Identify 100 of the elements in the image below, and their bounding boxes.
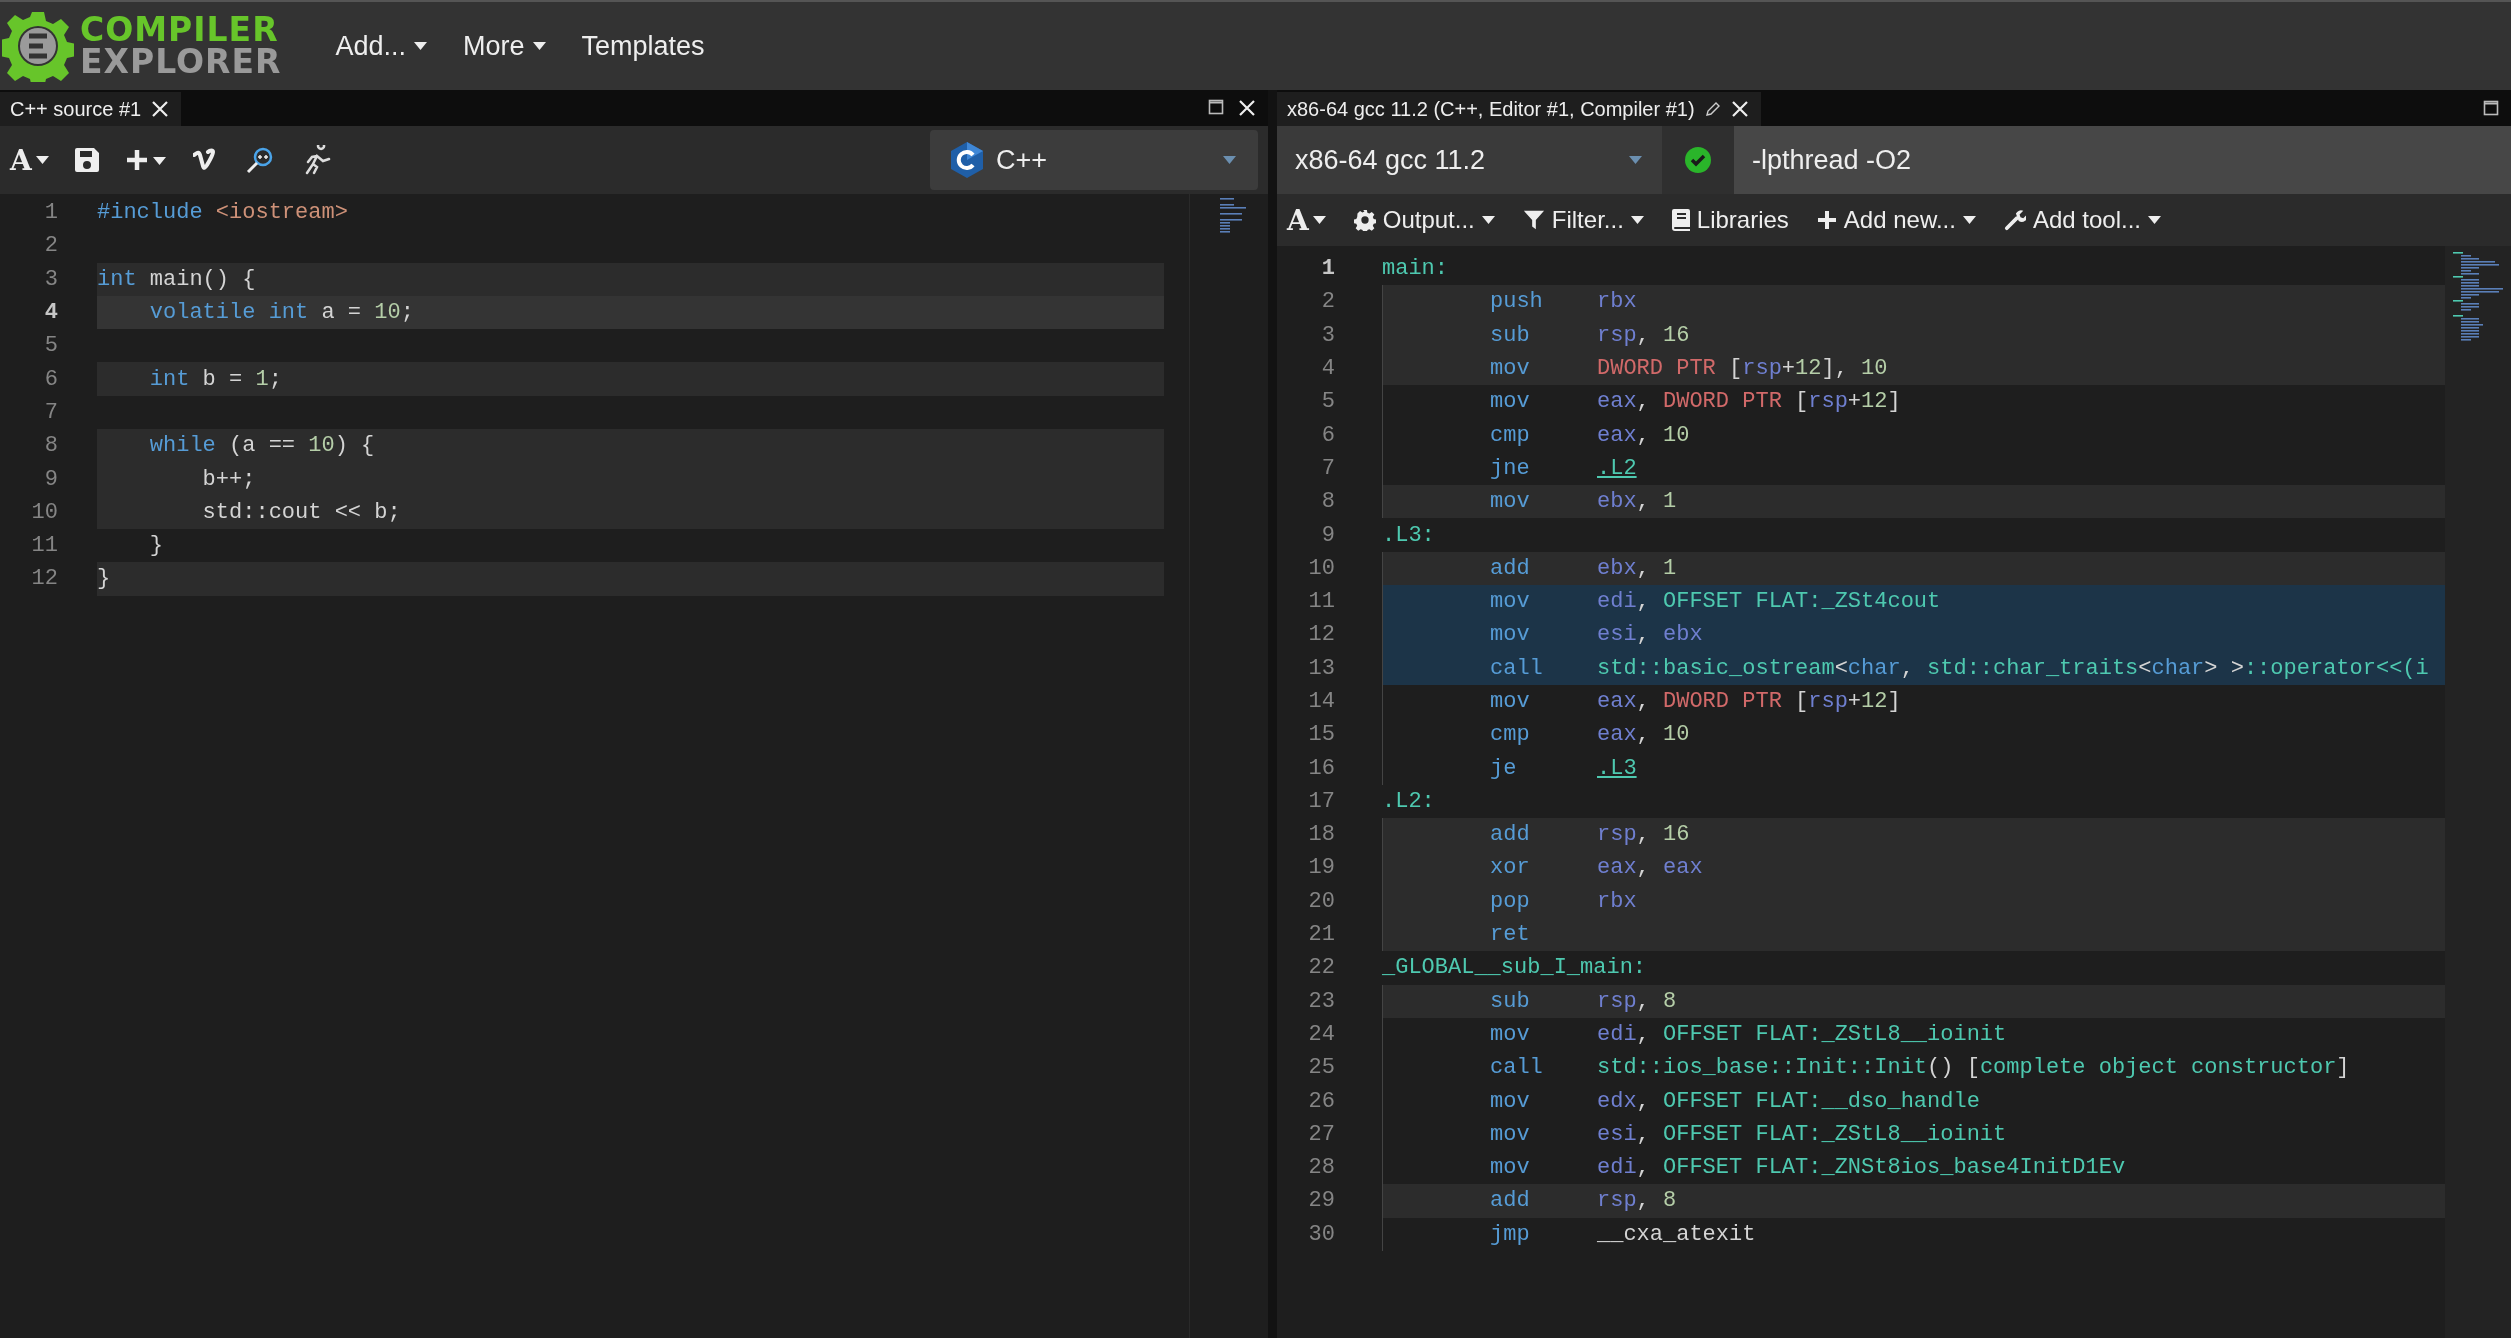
line-number: 15	[1307, 722, 1335, 748]
line-number: 8	[1320, 489, 1335, 515]
line-number: 23	[1307, 988, 1335, 1014]
line-number: 13	[1307, 655, 1335, 681]
compiler-options-field[interactable]: -lpthread -O2	[1734, 126, 2511, 194]
line-number: 19	[1307, 855, 1335, 881]
asm-line: mov edx, OFFSET FLAT:__dso_handle	[1382, 1084, 2445, 1118]
book-icon	[1671, 209, 1690, 231]
asm-line: je .L3	[1382, 751, 2445, 785]
menu-button[interactable]: Templates	[581, 26, 705, 66]
asm-label-line: main:	[1382, 255, 1449, 284]
line-number: 22	[1307, 955, 1335, 981]
line-number: 20	[1307, 888, 1335, 914]
line-number: 11	[1307, 589, 1335, 615]
asm-line: jmp __cxa_atexit	[1382, 1217, 2445, 1251]
asm-line: call std::ios_base::Init::Init() [complete object constructor]	[1382, 1051, 2445, 1085]
toolbar-button[interactable]: Add new...	[1816, 206, 1976, 234]
line-number: 12	[1307, 622, 1335, 648]
save-icon[interactable]	[74, 148, 99, 172]
line-number: 12	[30, 566, 58, 592]
line-number: 11	[30, 533, 58, 559]
line-number: 28	[1307, 1155, 1335, 1181]
caret-icon	[1962, 216, 1976, 224]
asm-line: mov eax, DWORD PTR [rsp+12]	[1382, 385, 2445, 419]
caret-icon	[532, 42, 546, 50]
compiler-tab[interactable]: x86-64 gcc 11.2 (C++, Editor #1, Compiler #1)	[1277, 92, 1761, 126]
line-number: 6	[1320, 422, 1335, 448]
line-number: 5	[1320, 389, 1335, 415]
close-icon[interactable]	[151, 100, 170, 118]
asm-line: cmp eax, 10	[1382, 718, 2445, 752]
maximize-icon[interactable]	[1208, 99, 1224, 115]
toolbar-button[interactable]: Filter...	[1522, 206, 1644, 234]
caret-icon	[1630, 216, 1644, 224]
check-icon	[1684, 146, 1712, 174]
line-number: 18	[1307, 822, 1335, 848]
add-plus-icon[interactable]	[124, 148, 167, 172]
asm-label-line: _GLOBAL__sub_I_main:	[1382, 954, 1648, 983]
zoom-icon[interactable]	[244, 145, 275, 175]
caret-icon	[35, 156, 49, 164]
toolbar-button[interactable]: Add tool...	[2003, 206, 2161, 234]
close-icon[interactable]	[1238, 99, 1256, 117]
line-number: 29	[1307, 1188, 1335, 1214]
line-number: 27	[1307, 1121, 1335, 1147]
plus-icon	[1816, 210, 1837, 230]
line-number: 17	[1307, 788, 1335, 814]
caret-icon	[1223, 156, 1236, 164]
caret-icon	[414, 42, 427, 50]
line-number: 1	[1320, 256, 1335, 282]
asm-label-line: .L3:	[1382, 521, 1436, 550]
line-number: 7	[1320, 455, 1335, 481]
close-icon[interactable]	[1730, 100, 1749, 118]
line-number: 2	[1320, 289, 1335, 315]
menu-button[interactable]: More	[463, 26, 546, 66]
caret-icon	[2148, 216, 2161, 224]
funnel-icon	[1522, 209, 1545, 231]
line-number: 2	[43, 233, 58, 259]
toolbar-button[interactable]: Libraries	[1671, 206, 1789, 234]
line-number: 10	[1307, 555, 1335, 581]
line-number: 9	[43, 466, 58, 492]
line-number: 7	[43, 399, 58, 425]
line-number: 3	[43, 266, 58, 292]
line-number: 16	[1307, 755, 1335, 781]
editor-tab[interactable]: C++ source #1	[0, 92, 182, 126]
line-number: 21	[1307, 922, 1335, 948]
toolbar-button[interactable]: Output...	[1353, 206, 1495, 234]
font-size-button[interactable]: A	[1287, 203, 1326, 237]
maximize-icon[interactable]	[2483, 100, 2499, 116]
wrench-icon	[2003, 209, 2026, 231]
caret-icon	[1629, 156, 1642, 164]
line-number: 30	[1307, 1221, 1335, 1247]
line-number: 25	[1307, 1055, 1335, 1081]
line-number: 4	[1320, 356, 1335, 382]
line-number: 1	[43, 200, 58, 226]
asm-line: mov eax, DWORD PTR [rsp+12]	[1382, 684, 2445, 719]
code-line: #include <iostream>	[97, 199, 349, 228]
line-number: 9	[1320, 522, 1335, 548]
cpp-logo-icon	[950, 141, 984, 179]
caret-icon	[1481, 216, 1495, 224]
line-number: 6	[43, 366, 58, 392]
asm-line: mov esi, OFFSET FLAT:_ZStL8__ioinit	[1382, 1117, 2445, 1151]
line-number: 4	[43, 300, 58, 326]
gear-icon	[1353, 209, 1376, 231]
compile-status-button[interactable]	[1662, 126, 1734, 194]
language-dropdown[interactable]: C++	[930, 130, 1258, 190]
logo-text: EXPLORER	[80, 46, 282, 78]
menu-button[interactable]: Add...	[335, 26, 427, 66]
line-number: 8	[43, 433, 58, 459]
line-number: 5	[43, 333, 58, 359]
pencil-icon[interactable]	[1704, 101, 1721, 117]
asm-label-line: .L2:	[1382, 787, 1436, 816]
caret-icon	[1312, 216, 1326, 224]
logo-text: COMPILER	[80, 14, 279, 46]
code-line: }	[148, 532, 164, 561]
font-size-button[interactable]: A	[10, 143, 49, 177]
line-number: 3	[1320, 322, 1335, 348]
asm-line: mov edi, OFFSET FLAT:_ZStL8__ioinit	[1382, 1017, 2445, 1052]
asm-line: cmp eax, 10	[1382, 418, 2445, 452]
line-number: 26	[1307, 1088, 1335, 1114]
line-number: 10	[30, 499, 58, 525]
compiler-dropdown[interactable]: x86-64 gcc 11.2	[1277, 126, 1662, 194]
